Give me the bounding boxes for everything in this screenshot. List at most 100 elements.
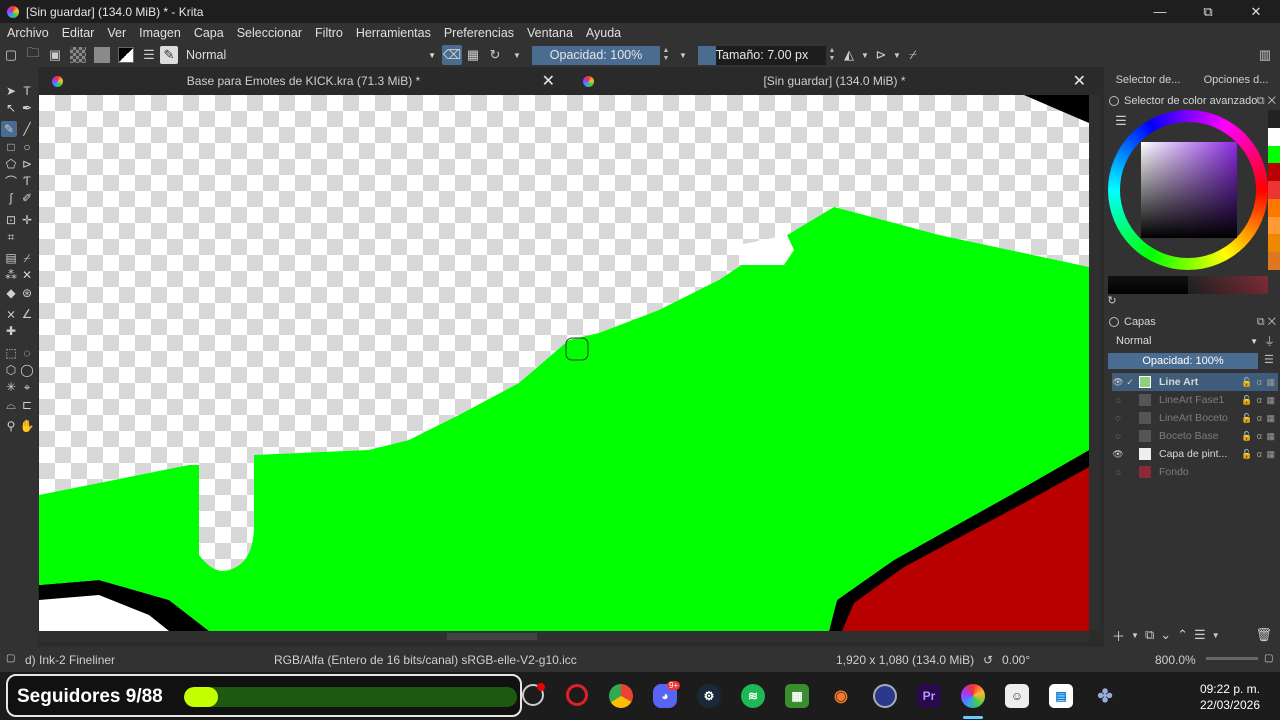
brush-preset-icon[interactable]: ✎ [160,46,178,64]
chrome-app-icon[interactable] [609,684,633,708]
steam-app-icon[interactable]: ⚙ [697,684,721,708]
checkbox-icon[interactable]: ✓ [1124,377,1136,388]
mirror-horizontal-icon[interactable]: ◭ [838,44,860,66]
minecraft-app-icon[interactable]: ▦ [785,684,809,708]
polyline-tool-icon[interactable]: ⊳ [19,156,35,172]
reload-preset-icon[interactable]: ↻ [484,44,506,66]
line-tool-icon[interactable]: ╱ [19,121,35,137]
workspace-icon[interactable]: ▥ [1254,44,1276,66]
krita-app-icon[interactable] [961,684,985,708]
layer-properties-icon[interactable]: 🔓 α ▦ [1241,431,1278,442]
opera-app-icon[interactable] [566,684,588,706]
layer-opacity-slider[interactable]: Opacidad: 100% [1108,353,1258,369]
store-app-icon[interactable]: ▤ [1049,684,1073,708]
layer-properties-icon[interactable]: 🔓 α ▦ [1241,377,1278,388]
shade-selector[interactable] [1108,276,1268,294]
menu-herramientas[interactable]: Herramientas [349,26,437,40]
panel-float-close-icon[interactable]: ⧉ ✕ [1257,316,1276,329]
opacity-slider[interactable]: Opacidad: 100% [532,45,660,65]
transform-tool-icon[interactable]: ⊡ [3,212,19,228]
move-layer-down-icon[interactable]: ⌄ [1160,627,1171,643]
menu-editar[interactable]: Editar [55,26,101,40]
menu-archivo[interactable]: Archivo [0,26,55,40]
cinema4d-app-icon[interactable] [873,684,897,708]
brush-preset-status-icon[interactable]: ▢ [6,653,15,664]
hidden-eye-icon[interactable]: ◌ [1112,467,1124,477]
layer-properties-icon[interactable]: 🔓 α ▦ [1241,413,1278,424]
fullscreen-icon[interactable]: ▢ [1264,653,1273,664]
layer-properties-icon[interactable]: 🔓 α ▦ [1241,395,1278,406]
duplicate-layer-icon[interactable]: ⧉ [1145,627,1154,643]
contiguous-selection-tool-icon[interactable]: ✳ [3,379,19,395]
menu-ver[interactable]: Ver [100,26,132,40]
mirror-v-options-chevron-icon[interactable]: ▼ [892,44,902,66]
menu-preferencias[interactable]: Preferencias [437,26,520,40]
layer-options-icon[interactable]: ☰ [1264,353,1274,366]
panel-lock-icon[interactable] [1109,96,1119,106]
wrap-around-icon[interactable]: ⌿ [902,44,924,66]
saturation-value-square[interactable] [1141,142,1237,238]
scrollbar-thumb[interactable] [447,633,537,640]
open-document-icon[interactable]: 🗀 [22,44,44,66]
opacity-spin-icon[interactable]: ▲ ▼ [660,47,672,63]
layer-row-lineart-boceto[interactable]: ◌ LineArt Boceto 🔓 α ▦ [1112,409,1278,427]
color-settings-icon[interactable]: ☰ [1110,110,1132,132]
rotation-icon[interactable]: ↺ [983,653,993,667]
rectangle-tool-icon[interactable]: □ [3,139,19,155]
settings-app-icon[interactable]: ✤ [1093,684,1117,708]
move-layer-up-icon[interactable]: ⌃ [1177,627,1188,643]
color-sampler-tool-icon[interactable]: ⌿ [19,250,35,266]
measure-tool-icon[interactable]: ∠ [19,306,35,322]
polygon-tool-icon[interactable]: ⬠ [3,156,19,172]
layer-properties-menu-icon[interactable]: ☰ [1194,627,1206,643]
brush-settings-icon[interactable]: ☰ [138,44,160,66]
edit-shapes-tool-icon[interactable]: ↖ [3,100,19,116]
select-shape-tool-icon[interactable]: ➤ [3,83,19,99]
visibility-eye-icon[interactable]: 👁 [1112,449,1124,460]
layer-row-capa-de-pintura[interactable]: 👁 Capa de pint... 🔓 α ▦ [1112,445,1278,463]
smart-patch-tool-icon[interactable]: ✕ [19,267,35,283]
freehand-brush-tool-icon[interactable]: ✎ [1,121,17,137]
refresh-icon[interactable]: ↻ [1104,292,1120,308]
zoom-slider[interactable] [1206,657,1258,660]
mirror-vertical-icon[interactable]: ⊳ [870,44,892,66]
menu-seleccionar[interactable]: Seleccionar [230,26,308,40]
fill-tool-icon[interactable]: ◆ [3,285,19,301]
tab-options[interactable]: Opciones d... [1192,74,1280,86]
menu-capa[interactable]: Capa [187,26,230,40]
maximize-button[interactable]: ⧉ [1184,0,1232,23]
zoom-tool-icon[interactable]: ⚲ [3,418,19,434]
save-icon[interactable]: ▣ [44,44,66,66]
layer-row-lineart-fase1[interactable]: ◌ LineArt Fase1 🔓 α ▦ [1112,391,1278,409]
delete-layer-icon[interactable]: 🗑 [1255,627,1272,643]
add-layer-icon[interactable]: ＋ [1112,626,1125,645]
color-history-strip[interactable] [1268,110,1280,271]
bezier-selection-tool-icon[interactable]: ⌓ [3,397,19,413]
layer-properties-icon[interactable]: 🔓 α ▦ [1241,449,1278,460]
opacity-options-chevron-icon[interactable]: ▼ [672,44,694,66]
tab-selector[interactable]: Selector de... [1104,74,1192,86]
multibrush-tool-icon[interactable]: ✐ [19,190,35,206]
blend-mode-select[interactable]: Normal ▼ [180,45,442,65]
tab-base-emotes[interactable]: Base para Emotes de KICK.kra (71.3 MiB) … [38,67,569,95]
hidden-eye-icon[interactable]: ◌ [1112,413,1124,423]
panel-lock-icon[interactable] [1109,317,1119,327]
menu-filtro[interactable]: Filtro [308,26,349,40]
eraser-icon[interactable]: ⌫ [442,45,462,65]
mirror-options-chevron-icon[interactable]: ▼ [860,44,870,66]
filter-icon[interactable]: ⏚ [1264,333,1275,349]
gradient-tool-icon[interactable]: ▤ [3,250,19,266]
layer-blend-mode-select[interactable]: Normal ▼ [1112,333,1262,349]
spotify-app-icon[interactable]: ≋ [741,684,765,708]
similar-color-selection-tool-icon[interactable]: ⌖ [19,379,35,395]
menu-imagen[interactable]: Imagen [132,26,187,40]
menu-ventana[interactable]: Ventana [520,26,579,40]
layer-row-line-art[interactable]: 👁 ✓ Line Art 🔓 α ▦ [1112,373,1278,391]
menu-chevron-icon[interactable]: ▼ [1212,631,1220,640]
menu-ayuda[interactable]: Ayuda [579,26,627,40]
tab-sin-guardar[interactable]: [Sin guardar] (134.0 MiB) * ✕ [569,67,1100,95]
assistant-tool-icon[interactable]: ⨯ [3,306,19,322]
text-tool-icon[interactable]: T [19,83,35,99]
freehand-selection-tool-icon[interactable]: ◯ [19,362,35,378]
minimize-button[interactable]: — [1136,0,1184,23]
